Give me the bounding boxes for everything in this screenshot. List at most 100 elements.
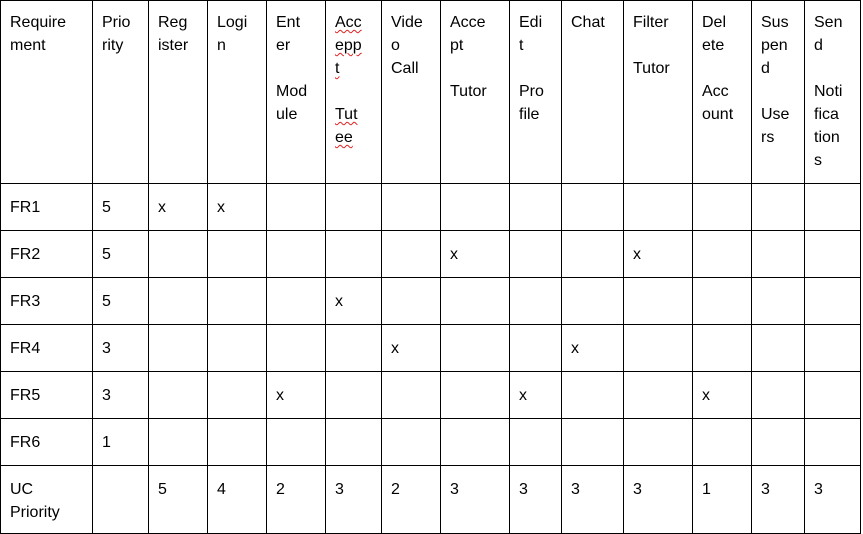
table-cell-login	[207, 371, 267, 419]
table-row: FR3 5 x	[0, 277, 861, 325]
table-cell-send-notifications	[804, 371, 861, 419]
table-cell-delete-account: x	[692, 371, 752, 419]
header-cell-video-call: Vide o Call	[381, 0, 441, 184]
header-cell-priority: Prio rity	[92, 0, 149, 184]
table-cell-send-notifications	[804, 183, 861, 231]
table-cell-suspend-users	[751, 371, 805, 419]
table-cell-login: x	[207, 183, 267, 231]
table-cell-edit-profile	[509, 418, 562, 466]
table-cell-filter-tutor	[623, 183, 693, 231]
table-cell-delete-account	[692, 418, 752, 466]
table-cell-login	[207, 277, 267, 325]
table-cell-delete-account	[692, 230, 752, 278]
header-cell-suspend-users: Sus pen d Use rs	[751, 0, 805, 184]
table-cell-requirement: FR5	[0, 371, 93, 419]
table-cell-accept-tutor	[440, 324, 510, 372]
table-cell-delete-account	[692, 277, 752, 325]
header-cell-accept-tutee: Acc epp t Tut ee	[325, 0, 382, 184]
table-cell-requirement: FR3	[0, 277, 93, 325]
table-cell-edit-profile	[509, 324, 562, 372]
table-cell-accept-tutor: x	[440, 230, 510, 278]
table-cell-filter-tutor	[623, 418, 693, 466]
table-cell-requirement: FR1	[0, 183, 93, 231]
header-cell-delete-account: Del ete Acc ount	[692, 0, 752, 184]
uc-priority-cell-suspend-users: 3	[751, 465, 805, 534]
table-cell-suspend-users	[751, 230, 805, 278]
uc-priority-cell-requirement: UC Priority	[0, 465, 93, 534]
table-cell-send-notifications	[804, 418, 861, 466]
table-cell-delete-account	[692, 324, 752, 372]
table-cell-chat	[561, 418, 624, 466]
uc-priority-cell-priority	[92, 465, 149, 534]
table-cell-suspend-users	[751, 418, 805, 466]
table-cell-priority: 3	[92, 324, 149, 372]
table-cell-suspend-users	[751, 277, 805, 325]
table-cell-chat	[561, 183, 624, 231]
table-cell-accept-tutee	[325, 183, 382, 231]
header-cell-accept-tutor: Acce pt Tutor	[440, 0, 510, 184]
uc-priority-cell-filter-tutor: 3	[623, 465, 693, 534]
table-cell-register	[148, 324, 208, 372]
table-cell-video-call	[381, 277, 441, 325]
table-row: FR2 5 x x	[0, 230, 861, 278]
table-cell-register	[148, 418, 208, 466]
table-cell-edit-profile: x	[509, 371, 562, 419]
header-cell-enter-module: Ent er Mod ule	[266, 0, 326, 184]
table-cell-accept-tutee: x	[325, 277, 382, 325]
table-cell-login	[207, 418, 267, 466]
uc-priority-cell-video-call: 2	[381, 465, 441, 534]
table-cell-register	[148, 371, 208, 419]
table-cell-enter-module	[266, 230, 326, 278]
table-row: FR1 5 x x	[0, 183, 861, 231]
table-cell-edit-profile	[509, 230, 562, 278]
table-cell-register	[148, 230, 208, 278]
table-cell-accept-tutor	[440, 371, 510, 419]
table-cell-filter-tutor	[623, 277, 693, 325]
table-cell-register	[148, 277, 208, 325]
header-cell-edit-profile: Edi t Pro file	[509, 0, 562, 184]
uc-priority-cell-register: 5	[148, 465, 208, 534]
table-cell-filter-tutor: x	[623, 230, 693, 278]
header-cell-requirement: Require ment	[0, 0, 93, 184]
table-cell-priority: 5	[92, 183, 149, 231]
table-cell-send-notifications	[804, 230, 861, 278]
table-cell-video-call: x	[381, 324, 441, 372]
requirements-use-case-matrix: Require ment Prio rity Reg ister Logi n Ent …	[0, 0, 861, 534]
table-cell-accept-tutor	[440, 418, 510, 466]
uc-priority-cell-delete-account: 1	[692, 465, 752, 534]
table-cell-edit-profile	[509, 183, 562, 231]
table-cell-login	[207, 230, 267, 278]
table-cell-chat	[561, 277, 624, 325]
uc-priority-cell-chat: 3	[561, 465, 624, 534]
header-cell-filter-tutor: Filter Tutor	[623, 0, 693, 184]
uc-priority-row: UC Priority 5 4 2 3 2 3 3 3 3 1 3 3	[0, 465, 861, 534]
header-row: Require ment Prio rity Reg ister Logi n Ent …	[0, 0, 861, 184]
table-cell-suspend-users	[751, 183, 805, 231]
table-cell-accept-tutee	[325, 324, 382, 372]
table-row: FR4 3 x x	[0, 324, 861, 372]
uc-priority-cell-accept-tutor: 3	[440, 465, 510, 534]
table-cell-accept-tutee	[325, 371, 382, 419]
table-cell-suspend-users	[751, 324, 805, 372]
table-cell-enter-module: x	[266, 371, 326, 419]
table-cell-accept-tutee	[325, 418, 382, 466]
table-cell-accept-tutor	[440, 183, 510, 231]
table-cell-filter-tutor	[623, 371, 693, 419]
table-cell-priority: 5	[92, 277, 149, 325]
table-cell-requirement: FR4	[0, 324, 93, 372]
header-cell-login: Logi n	[207, 0, 267, 184]
uc-priority-cell-edit-profile: 3	[509, 465, 562, 534]
table-row: FR6 1	[0, 418, 861, 466]
table-cell-priority: 3	[92, 371, 149, 419]
table-cell-enter-module	[266, 183, 326, 231]
uc-priority-cell-send-notifications: 3	[804, 465, 861, 534]
table-cell-send-notifications	[804, 277, 861, 325]
table-cell-delete-account	[692, 183, 752, 231]
table-cell-chat	[561, 371, 624, 419]
table-cell-chat	[561, 230, 624, 278]
header-cell-send-notifications: Sen d Noti fica tion s	[804, 0, 861, 184]
table-cell-requirement: FR2	[0, 230, 93, 278]
table-cell-priority: 1	[92, 418, 149, 466]
header-cell-chat: Chat	[561, 0, 624, 184]
uc-priority-cell-enter-module: 2	[266, 465, 326, 534]
